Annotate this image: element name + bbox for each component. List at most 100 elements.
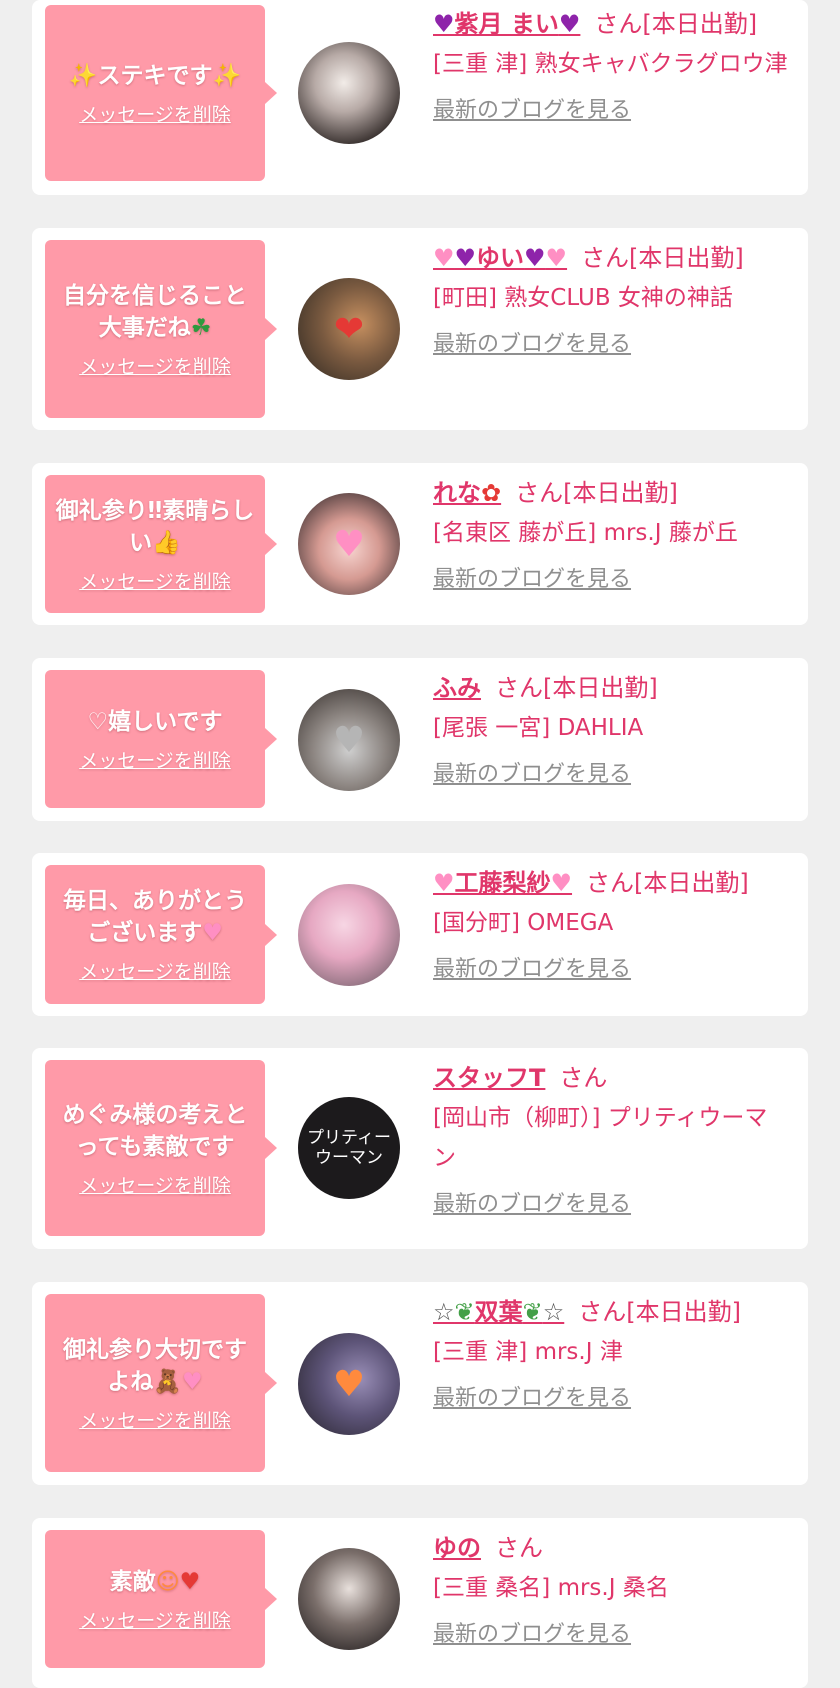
avatar[interactable]: ❤ xyxy=(298,278,400,380)
latest-blog-link[interactable]: 最新のブログを見る xyxy=(433,561,631,593)
sender-name-link[interactable]: ♥♥ゆい♥♥ xyxy=(433,244,567,272)
sprout-icon: ❦ xyxy=(522,1298,543,1326)
shop-name: [三重 津] mrs.J 津 xyxy=(433,1339,623,1365)
shop-name: [岡山市（柳町）] プリティウーマン xyxy=(433,1105,768,1171)
list-item: めぐみ様の考えと っても素敵です メッセージを削除 プリティーウーマン スタッフ… xyxy=(32,1048,808,1249)
sender-status: さん[本日出勤] xyxy=(581,244,744,272)
sprout-icon: ❦ xyxy=(454,1298,475,1326)
message-bubble: 自分を信じること 大事だね☘ メッセージを削除 xyxy=(45,240,277,418)
delete-message-link[interactable]: メッセージを削除 xyxy=(79,1171,231,1198)
heart-icon: ♥ xyxy=(332,1363,366,1405)
list-item: ♡嬉しいです メッセージを削除 ♥ ふみ さん[本日出勤] [尾張 一宮] DAH… xyxy=(32,658,808,821)
latest-blog-link[interactable]: 最新のブログを見る xyxy=(433,951,631,983)
latest-blog-link[interactable]: 最新のブログを見る xyxy=(433,1186,631,1218)
delete-message-link[interactable]: メッセージを削除 xyxy=(79,1606,231,1633)
sender-info: ☆❦双葉❦☆ さん[本日出勤] [三重 津] mrs.J 津 最新のブログを見る xyxy=(433,1292,790,1412)
message-text: めぐみ様の考えと っても素敵です xyxy=(62,1101,248,1160)
delete-message-link[interactable]: メッセージを削除 xyxy=(79,746,231,773)
avatar[interactable]: ♥ xyxy=(298,1333,400,1435)
shop-name: [三重 桑名] mrs.J 桑名 xyxy=(433,1575,669,1601)
sender-name-link[interactable]: ♥工藤梨紗♥ xyxy=(433,869,572,897)
shop-name: [国分町] OMEGA xyxy=(433,910,614,936)
message-text: 自分を信じること 大事だね xyxy=(63,282,247,341)
delete-message-link[interactable]: メッセージを削除 xyxy=(79,1406,231,1433)
avatar-logo-text: プリティーウーマン xyxy=(307,1128,391,1168)
purple-heart-icon: ♥ xyxy=(433,10,455,38)
latest-blog-link[interactable]: 最新のブログを見る xyxy=(433,1616,631,1648)
shop-name: [三重 津] 熟女キャバクラグロウ津 xyxy=(433,51,788,77)
list-item: 御礼参り大切です よね🧸♥ メッセージを削除 ♥ ☆❦双葉❦☆ さん[本日出勤] … xyxy=(32,1282,808,1485)
sender-name-link[interactable]: ゆの xyxy=(433,1534,481,1562)
avatar[interactable]: ♥ xyxy=(298,493,400,595)
sender-name-link[interactable]: ふみ xyxy=(433,674,481,702)
delete-message-link[interactable]: メッセージを削除 xyxy=(79,352,231,379)
flower-icon: ✿ xyxy=(481,479,502,507)
shop-name: [名東区 藤が丘] mrs.J 藤が丘 xyxy=(433,520,738,546)
message-list: ✨ステキです✨ メッセージを削除 ♥紫月 まい♥ さん[本日出勤] [三重 津] … xyxy=(0,0,840,1688)
sender-name-link[interactable]: れな✿ xyxy=(433,479,501,507)
sender-status: さん xyxy=(495,1534,543,1562)
list-item: ✨ステキです✨ メッセージを削除 ♥紫月 まい♥ さん[本日出勤] [三重 津] … xyxy=(32,0,808,195)
sender-info: ゆの さん [三重 桑名] mrs.J 桑名 最新のブログを見る xyxy=(433,1528,790,1648)
pink-heart-icon: ♥ xyxy=(182,1368,203,1395)
message-text: ステキです xyxy=(97,62,213,89)
sender-status: さん[本日出勤] xyxy=(586,869,749,897)
sender-info: ♥♥ゆい♥♥ さん[本日出勤] [町田] 熟女CLUB 女神の神話 最新のブログを… xyxy=(433,238,790,358)
sender-info: ♥紫月 まい♥ さん[本日出勤] [三重 津] 熟女キャバクラグロウ津 最新のブロ… xyxy=(433,4,790,124)
purple-heart-icon: ♥ xyxy=(454,244,477,272)
heart-icon: ♥ xyxy=(332,719,366,761)
thumbs-up-icon: 👍 xyxy=(152,529,181,556)
delete-message-link[interactable]: メッセージを削除 xyxy=(79,567,231,594)
smile-icon: ☺ xyxy=(155,1568,180,1595)
list-item: 毎日、ありがとう ございます♥ メッセージを削除 ♥工藤梨紗♥ さん[本日出勤] … xyxy=(32,853,808,1016)
latest-blog-link[interactable]: 最新のブログを見る xyxy=(433,756,631,788)
sender-status: さん[本日出勤] xyxy=(495,674,658,702)
list-item: 御礼参り‼素晴らしい👍 メッセージを削除 ♥ れな✿ さん[本日出勤] [名東区 … xyxy=(32,463,808,625)
star-icon: ☆ xyxy=(542,1298,565,1326)
heart-icon: ❤ xyxy=(333,308,365,350)
delete-message-link[interactable]: メッセージを削除 xyxy=(79,957,231,984)
avatar[interactable] xyxy=(298,42,400,144)
pink-heart-icon: ♥ xyxy=(202,920,223,946)
delete-message-link[interactable]: メッセージを削除 xyxy=(79,100,231,127)
message-text: 素敵 xyxy=(109,1568,156,1595)
sender-name-link[interactable]: スタッフT xyxy=(433,1064,545,1092)
sender-status: さん[本日出勤] xyxy=(578,1298,741,1326)
sparkle-icon: ✨ xyxy=(68,62,98,89)
heart-icon: ♥ xyxy=(179,1568,201,1595)
avatar[interactable] xyxy=(298,884,400,986)
avatar[interactable] xyxy=(298,1548,400,1650)
purple-heart-icon: ♥ xyxy=(558,10,581,38)
sender-status: さん xyxy=(559,1064,608,1092)
avatar[interactable]: ♥ xyxy=(298,689,400,791)
shop-name: [町田] 熟女CLUB 女神の神話 xyxy=(433,285,733,311)
sender-status: さん[本日出勤] xyxy=(515,479,678,507)
pink-heart-icon: ♥ xyxy=(545,244,568,272)
message-bubble: ♡嬉しいです メッセージを削除 xyxy=(45,670,277,808)
star-icon: ☆ xyxy=(433,1298,455,1326)
bear-icon: 🧸 xyxy=(153,1368,182,1395)
message-text: ♡嬉しいです xyxy=(87,708,223,735)
message-bubble: めぐみ様の考えと っても素敵です メッセージを削除 xyxy=(45,1060,277,1236)
latest-blog-link[interactable]: 最新のブログを見る xyxy=(433,1380,631,1412)
message-bubble: 毎日、ありがとう ございます♥ メッセージを削除 xyxy=(45,865,277,1004)
message-bubble: 御礼参り‼素晴らしい👍 メッセージを削除 xyxy=(45,475,277,613)
avatar[interactable]: プリティーウーマン xyxy=(298,1097,400,1199)
pink-heart-icon: ♥ xyxy=(550,869,573,897)
sender-info: スタッフT さん [岡山市（柳町）] プリティウーマン 最新のブログを見る xyxy=(433,1058,790,1218)
list-item: 素敵☺♥ メッセージを削除 ゆの さん [三重 桑名] mrs.J 桑名 最新のブ… xyxy=(32,1518,808,1688)
message-bubble: ✨ステキです✨ メッセージを削除 xyxy=(45,5,277,181)
clover-icon: ☘ xyxy=(190,314,212,341)
sender-name-link[interactable]: ♥紫月 まい♥ xyxy=(433,10,580,38)
sender-status: さん[本日出勤] xyxy=(594,10,758,38)
list-item: 自分を信じること 大事だね☘ メッセージを削除 ❤ ♥♥ゆい♥♥ さん[本日出勤]… xyxy=(32,228,808,430)
sender-info: ♥工藤梨紗♥ さん[本日出勤] [国分町] OMEGA 最新のブログを見る xyxy=(433,863,790,983)
latest-blog-link[interactable]: 最新のブログを見る xyxy=(433,92,631,124)
purple-heart-icon: ♥ xyxy=(524,244,546,272)
sender-info: れな✿ さん[本日出勤] [名東区 藤が丘] mrs.J 藤が丘 最新のブログを見… xyxy=(433,473,790,593)
message-bubble: 御礼参り大切です よね🧸♥ メッセージを削除 xyxy=(45,1294,277,1472)
latest-blog-link[interactable]: 最新のブログを見る xyxy=(433,326,631,358)
sender-name-link[interactable]: ☆❦双葉❦☆ xyxy=(433,1298,564,1326)
pink-heart-icon: ♥ xyxy=(433,869,455,897)
message-bubble: 素敵☺♥ メッセージを削除 xyxy=(45,1530,277,1668)
